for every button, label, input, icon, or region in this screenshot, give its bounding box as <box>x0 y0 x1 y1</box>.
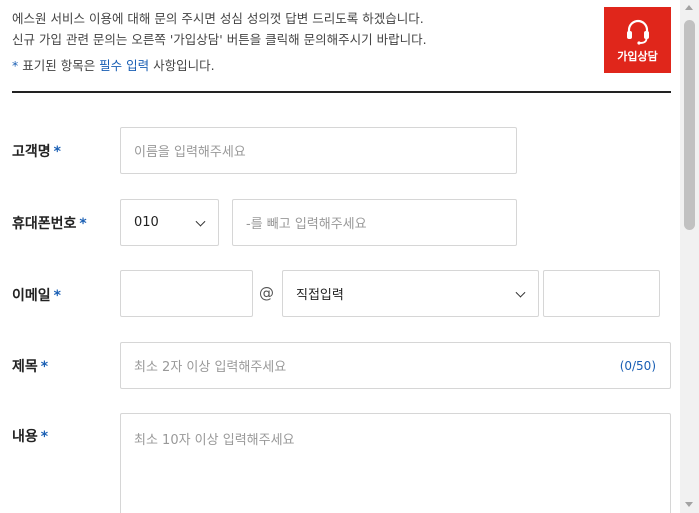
name-label: 고객명 * <box>12 141 61 161</box>
subject-input[interactable]: 최소 2자 이상 입력해주세요 (0/50) <box>120 342 671 389</box>
phone-prefix-value: 010 <box>134 215 159 230</box>
required-star: * <box>79 216 87 232</box>
vertical-scrollbar[interactable] <box>680 0 699 513</box>
email-label: 이메일 * <box>12 285 61 305</box>
phone-label: 휴대폰번호 * <box>12 213 87 233</box>
required-note: * 표기된 항목은 필수 입력 사항입니다. <box>12 55 215 74</box>
email-at-sign: @ <box>259 284 274 302</box>
required-star: * <box>53 288 61 304</box>
required-star: * <box>53 144 61 160</box>
scroll-up-arrow-icon[interactable] <box>685 5 693 10</box>
phone-prefix-select[interactable]: 010 <box>120 199 219 246</box>
chevron-down-icon <box>195 216 206 227</box>
phone-number-input[interactable]: -를 빼고 입력해주세요 <box>232 199 517 246</box>
header-divider <box>12 91 671 93</box>
required-note-prefix: 표기된 항목은 <box>18 58 100 73</box>
phone-placeholder: -를 빼고 입력해주세요 <box>246 217 367 232</box>
scrollbar-thumb[interactable] <box>684 20 695 230</box>
phone-label-text: 휴대폰번호 <box>12 216 77 232</box>
content-label-text: 내용 <box>12 429 38 445</box>
subject-label: 제목 * <box>12 356 48 376</box>
consult-button-label: 가입상담 <box>617 49 658 63</box>
subject-char-counter: (0/50) <box>619 358 656 373</box>
intro-line-1: 에스원 서비스 이용에 대해 문의 주시면 성심 성의껏 답변 드리도록 하겠습… <box>12 11 424 26</box>
name-input[interactable]: 이름을 입력해주세요 <box>120 127 517 174</box>
subject-placeholder: 최소 2자 이상 입력해주세요 <box>134 360 287 375</box>
content-placeholder: 최소 10자 이상 입력해주세요 <box>134 433 295 448</box>
required-note-emphasis: 필수 입력 <box>99 58 150 73</box>
scroll-down-arrow-icon[interactable] <box>685 502 693 507</box>
subject-label-text: 제목 <box>12 359 38 375</box>
name-label-text: 고객명 <box>12 144 51 160</box>
headset-icon <box>626 19 649 45</box>
required-star: * <box>40 359 49 375</box>
content-textarea[interactable]: 최소 10자 이상 입력해주세요 <box>120 413 671 513</box>
content-label: 내용 * <box>12 426 48 446</box>
consult-button[interactable]: 가입상담 <box>604 7 671 73</box>
chevron-down-icon <box>515 287 526 298</box>
name-placeholder: 이름을 입력해주세요 <box>134 145 246 160</box>
required-star: * <box>40 429 49 445</box>
email-domain-select-value: 직접입력 <box>296 288 344 303</box>
email-label-text: 이메일 <box>12 288 51 304</box>
email-domain-select[interactable]: 직접입력 <box>282 270 539 317</box>
intro-text: 에스원 서비스 이용에 대해 문의 주시면 성심 성의껏 답변 드리도록 하겠습… <box>12 8 427 50</box>
email-domain-input[interactable] <box>543 270 660 317</box>
intro-line-2: 신규 가입 관련 문의는 오른쪽 '가입상담' 버튼을 클릭해 문의해주시기 바… <box>12 32 427 47</box>
email-id-input[interactable] <box>120 270 253 317</box>
required-note-suffix: 사항입니다. <box>149 58 215 73</box>
